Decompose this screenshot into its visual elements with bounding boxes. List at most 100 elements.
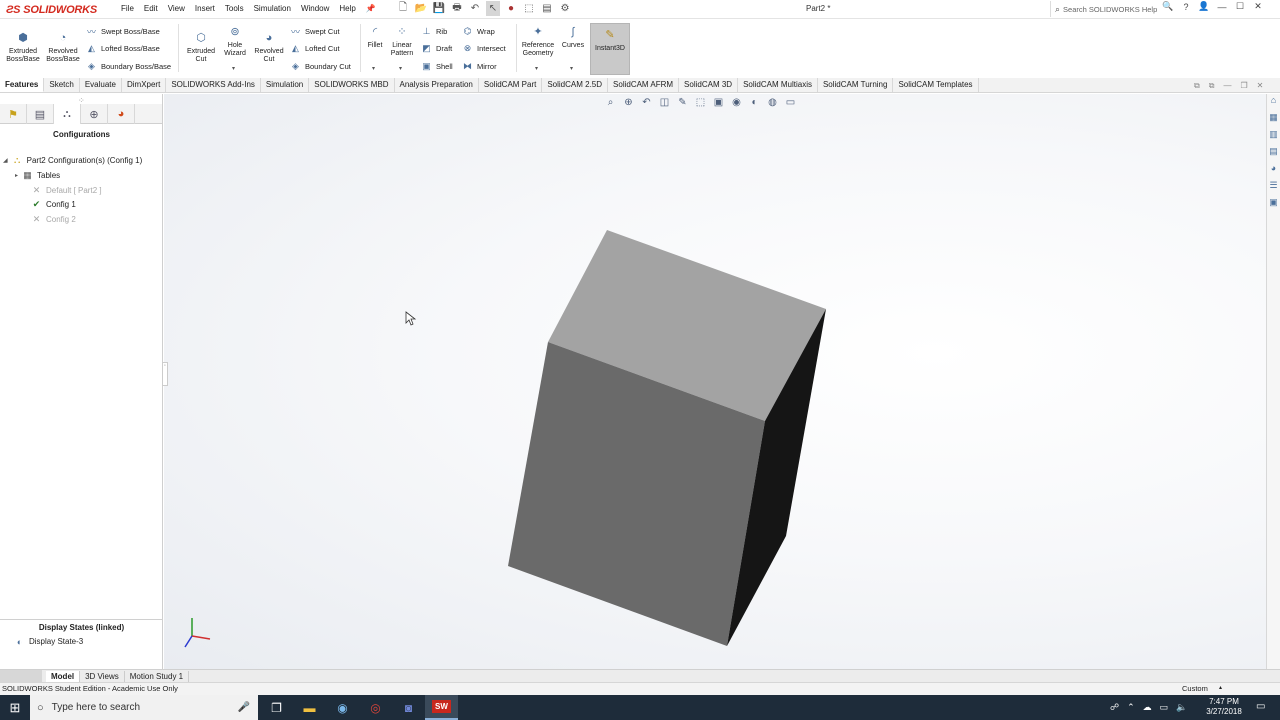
tab-solidcam-afrm[interactable]: SolidCAM AFRM — [608, 78, 680, 92]
view-orientation-icon[interactable]: ⬚ — [694, 96, 707, 109]
open-folder-icon[interactable]: 📂 — [414, 1, 428, 16]
config2-item[interactable]: ✕ Config 2 — [31, 214, 76, 225]
dynamic-annotation-icon[interactable]: ✎ — [676, 96, 689, 109]
config-default-item[interactable]: ✕ Default [ Part2 ] — [31, 185, 102, 196]
tab-evaluate[interactable]: Evaluate — [80, 78, 122, 92]
chevron-down-icon[interactable]: ▾ — [399, 65, 402, 72]
save-icon[interactable]: 💾 — [432, 1, 446, 16]
draft-button[interactable]: ◩ Draft — [421, 43, 452, 54]
action-center-icon[interactable]: ▭ — [1256, 701, 1265, 712]
previous-view-icon[interactable]: ↶ — [640, 96, 653, 109]
chevron-down-icon[interactable]: ▾ — [570, 65, 573, 72]
pin-icon[interactable]: 📌 — [361, 2, 381, 15]
restore-icon[interactable]: ⧉ — [1194, 81, 1200, 91]
chevron-down-icon[interactable]: ▾ — [535, 65, 538, 72]
chrome-icon[interactable]: ◎ — [359, 695, 392, 720]
hide-show-items-icon[interactable]: ◉ — [730, 96, 743, 109]
steam-icon[interactable]: ◉ — [326, 695, 359, 720]
close-button[interactable]: ✕ — [1252, 1, 1264, 12]
undo-icon[interactable]: ↶ — [468, 1, 482, 16]
revolved-boss-button[interactable]: ◔ Revolved Boss/Base — [44, 31, 82, 64]
maximize-button[interactable]: ☐ — [1234, 1, 1246, 12]
resources-icon[interactable]: ▦ — [1267, 112, 1280, 128]
display-state-item[interactable]: ◐ Display State-3 — [14, 636, 83, 647]
rebuild-icon[interactable]: ⬚ — [522, 1, 536, 16]
discord-icon[interactable]: ◙ — [392, 695, 425, 720]
linear-pattern-button[interactable]: ⁘ Linear Pattern — [386, 25, 418, 58]
onedrive-icon[interactable]: ☁ — [1143, 702, 1152, 713]
lofted-cut-button[interactable]: ◭ Lofted Cut — [290, 43, 340, 54]
hole-wizard-button[interactable]: ⊚ Hole Wizard — [218, 25, 252, 58]
tab-solidworks-add-ins[interactable]: SOLIDWORKS Add-Ins — [166, 78, 261, 92]
file-properties-icon[interactable]: ▤ — [540, 1, 554, 16]
doc-restore-button[interactable]: ❐ — [1240, 81, 1247, 91]
boundary-cut-button[interactable]: ◈ Boundary Cut — [290, 61, 351, 72]
solidworks-logo[interactable]: ƧS SOLIDWORKS — [6, 1, 97, 18]
menu-simulation[interactable]: Simulation — [249, 2, 296, 15]
wrap-button[interactable]: ⌬ Wrap — [462, 26, 495, 37]
select-arrow-icon[interactable]: ↖ — [486, 1, 500, 16]
options-gear-icon[interactable]: ⚙ — [558, 1, 572, 16]
file-explorer-icon[interactable]: ▤ — [1267, 146, 1280, 162]
menu-help[interactable]: Help — [334, 2, 360, 15]
extruded-cut-button[interactable]: ⬡ Extruded Cut — [183, 31, 219, 64]
chevron-down-icon[interactable]: ▾ — [232, 65, 235, 72]
graphics-area[interactable] — [164, 94, 1266, 669]
dimxpert-manager-tab-icon[interactable]: ⊕ — [81, 104, 108, 124]
menu-edit[interactable]: Edit — [139, 2, 163, 15]
shell-button[interactable]: ▣ Shell — [421, 61, 452, 72]
configuration-manager-tab-icon[interactable]: ⛬ — [54, 104, 81, 124]
menu-view[interactable]: View — [163, 2, 190, 15]
design-library-icon[interactable]: ▥ — [1267, 129, 1280, 145]
people-icon[interactable]: ☍ — [1110, 702, 1119, 713]
lofted-boss-button[interactable]: ◭ Lofted Boss/Base — [86, 43, 160, 54]
custom-properties-icon[interactable]: ☰ — [1267, 180, 1280, 196]
extruded-boss-button[interactable]: ⬢ Extruded Boss/Base — [4, 31, 42, 64]
volume-icon[interactable]: 🔈 — [1176, 702, 1187, 713]
tab-simulation[interactable]: Simulation — [261, 78, 310, 92]
tab-features[interactable]: Features — [0, 78, 45, 92]
task-view-icon[interactable]: ❐ — [260, 695, 293, 720]
tab-sketch[interactable]: Sketch — [44, 78, 80, 92]
reference-geometry-button[interactable]: ✦ Reference Geometry — [518, 25, 558, 58]
mirror-button[interactable]: ⧓ Mirror — [462, 61, 497, 72]
unit-system-selector[interactable]: Custom — [1182, 684, 1208, 693]
chevron-up-icon[interactable]: ▴ — [1219, 684, 1222, 691]
chevron-up-icon[interactable]: ⌃ — [1127, 702, 1135, 713]
tile-icon[interactable]: ⧉ — [1209, 81, 1215, 91]
solidworks-taskbar-icon[interactable]: SW — [425, 695, 458, 720]
chevron-down-icon[interactable]: ▾ — [372, 65, 375, 72]
traffic-light-icon[interactable]: ● — [504, 1, 518, 16]
tab-solidworks-mbd[interactable]: SOLIDWORKS MBD — [309, 78, 395, 92]
property-manager-tab-icon[interactable]: ▤ — [27, 104, 54, 124]
tab-model[interactable]: Model — [46, 670, 81, 682]
home-icon[interactable]: ⌂ — [1267, 95, 1280, 111]
help-search-box[interactable]: ⌕ Search SOLIDWORKS Help — [1050, 1, 1160, 17]
menu-tools[interactable]: Tools — [220, 2, 249, 15]
tab-solidcam-turning[interactable]: SolidCAM Turning — [818, 78, 894, 92]
intersect-button[interactable]: ⊗ Intersect — [462, 43, 506, 54]
tab-solidcam-part[interactable]: SolidCAM Part — [479, 78, 543, 92]
zoom-to-fit-icon[interactable]: ⌕ — [604, 96, 617, 109]
zoom-to-area-icon[interactable]: ⊕ — [622, 96, 635, 109]
tab-solidcam-3d[interactable]: SolidCAM 3D — [679, 78, 739, 92]
windows-start-icon[interactable]: ⊞ — [0, 695, 30, 720]
help-icon[interactable]: ? — [1180, 2, 1192, 12]
swept-cut-button[interactable]: 〰 Swept Cut — [290, 26, 340, 37]
minimize-button[interactable]: — — [1216, 2, 1228, 12]
boundary-boss-button[interactable]: ◈ Boundary Boss/Base — [86, 61, 171, 72]
tab-3d-views[interactable]: 3D Views — [80, 670, 125, 682]
collapse-arrow-icon[interactable]: ◢ — [3, 157, 8, 164]
menu-window[interactable]: Window — [296, 2, 334, 15]
print-icon[interactable]: 🖶 — [450, 1, 464, 16]
feature-manager-tab-icon[interactable]: ⚑ — [0, 104, 27, 124]
magnifier-icon[interactable]: 🔍 — [1162, 1, 1174, 12]
fillet-button[interactable]: ◜ Fillet — [364, 25, 386, 50]
tables-item[interactable]: ▸ ▦ Tables — [15, 170, 60, 181]
taskbar-search[interactable]: ○ Type here to search 🎤 — [30, 695, 258, 720]
network-icon[interactable]: ▭ — [1160, 702, 1169, 713]
display-manager-tab-icon[interactable]: ◕ — [108, 104, 135, 124]
panel-collapse-handle[interactable]: ◦ — [162, 362, 168, 386]
instant3d-button[interactable]: ✎ Instant3D — [590, 23, 630, 75]
display-style-icon[interactable]: ▣ — [712, 96, 725, 109]
